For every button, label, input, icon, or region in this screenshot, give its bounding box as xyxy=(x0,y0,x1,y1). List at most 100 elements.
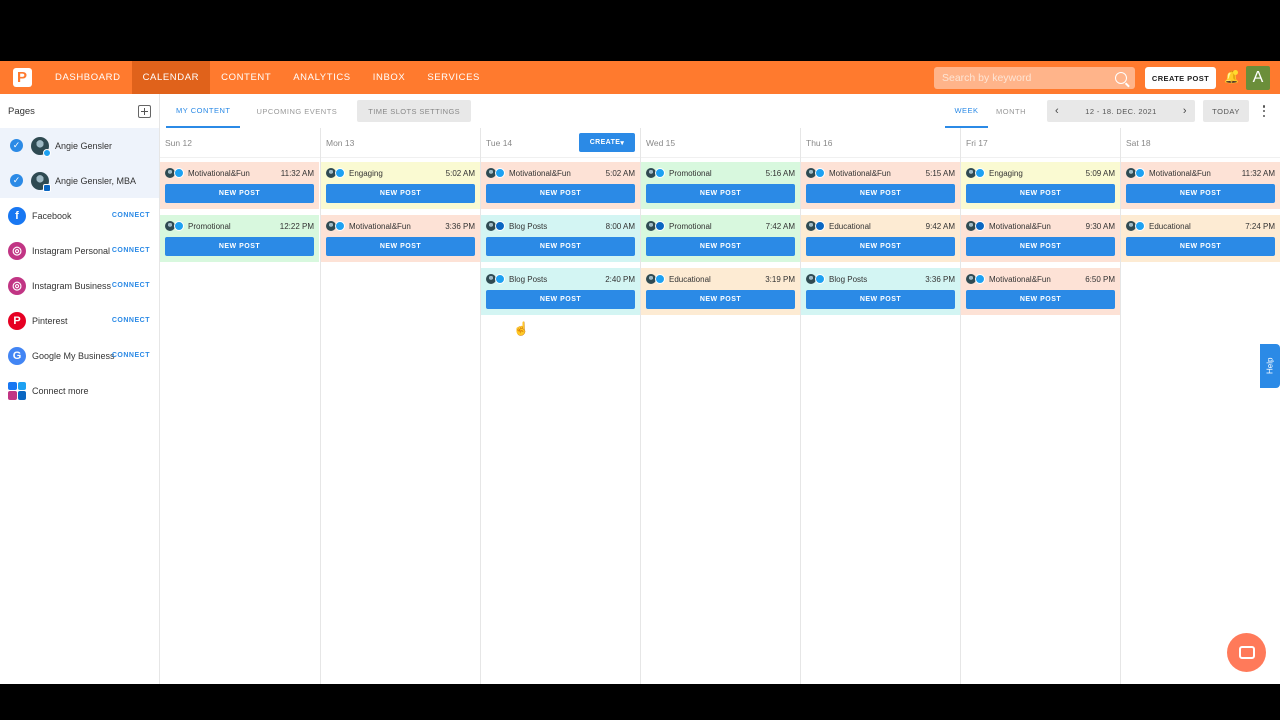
time-slot[interactable]: Motivational&Fun 6:50 PM NEW POST xyxy=(961,268,1120,315)
time-slot[interactable]: Educational 3:19 PM NEW POST xyxy=(641,268,800,315)
sidebar-title: Pages xyxy=(8,105,35,117)
slot-header: Motivational&Fun 11:32 AM xyxy=(1126,166,1275,180)
user-avatar[interactable]: A xyxy=(1246,66,1270,90)
time-slot[interactable]: Promotional 7:42 AM NEW POST xyxy=(641,215,800,262)
time-slot[interactable]: Motivational&Fun 9:30 AM NEW POST xyxy=(961,215,1120,262)
time-slot[interactable]: Educational 9:42 AM NEW POST xyxy=(801,215,960,262)
new-post-button[interactable]: NEW POST xyxy=(486,237,635,256)
create-dropdown-button[interactable]: CREATE ▾ xyxy=(579,133,635,152)
time-slots-settings-button[interactable]: TIME SLOTS SETTINGS xyxy=(357,100,472,122)
time-slot[interactable]: Motivational&Fun 11:32 AM NEW POST xyxy=(160,162,319,209)
slot-header: Educational 3:19 PM xyxy=(646,272,795,286)
sidebar-item-instagram-personal[interactable]: ◎ Instagram Personal CONNECT xyxy=(0,233,159,268)
time-slot[interactable]: Engaging 5:09 AM NEW POST xyxy=(961,162,1120,209)
day-label: Fri 17 xyxy=(966,137,988,148)
slot-category: Promotional xyxy=(669,221,712,231)
new-post-button[interactable]: NEW POST xyxy=(966,184,1115,203)
nav-item-inbox[interactable]: INBOX xyxy=(362,61,417,94)
time-slot[interactable]: Educational 7:24 PM NEW POST xyxy=(1121,215,1280,262)
sidebar-item-facebook[interactable]: f Facebook CONNECT xyxy=(0,198,159,233)
sidebar-item-google-my-business[interactable]: G Google My Business CONNECT xyxy=(0,338,159,373)
help-tab[interactable]: Help xyxy=(1260,344,1280,388)
time-slot[interactable]: Promotional 12:22 PM NEW POST xyxy=(160,215,319,262)
create-post-button[interactable]: CREATE POST xyxy=(1145,67,1216,89)
network-name: Instagram Personal xyxy=(32,245,111,256)
slot-header: Blog Posts 8:00 AM xyxy=(486,219,635,233)
nav-item-calendar[interactable]: CALENDAR xyxy=(131,61,211,94)
new-post-button[interactable]: NEW POST xyxy=(165,237,314,256)
slot-network-icons xyxy=(326,221,345,231)
nav-item-content[interactable]: CONTENT xyxy=(210,61,282,94)
connect-link[interactable]: CONNECT xyxy=(112,317,150,324)
time-slot[interactable]: Blog Posts 2:40 PM NEW POST xyxy=(481,268,640,315)
more-options-icon[interactable] xyxy=(1262,105,1266,117)
new-post-button[interactable]: NEW POST xyxy=(806,184,955,203)
week-view-tab[interactable]: WEEK xyxy=(945,94,988,128)
time-slot[interactable]: Motivational&Fun 5:02 AM NEW POST xyxy=(481,162,640,209)
search-input[interactable] xyxy=(942,72,1115,84)
slot-header: Motivational&Fun 5:15 AM xyxy=(806,166,955,180)
new-post-button[interactable]: NEW POST xyxy=(806,237,955,256)
time-slot[interactable]: Motivational&Fun 5:15 AM NEW POST xyxy=(801,162,960,209)
nav-item-services[interactable]: SERVICES xyxy=(416,61,491,94)
chevron-left-icon[interactable]: ‹ xyxy=(1055,105,1059,117)
tab-upcoming-events[interactable]: UPCOMING EVENTS xyxy=(246,94,347,128)
sidebar-item-pinterest[interactable]: P Pinterest CONNECT xyxy=(0,303,159,338)
slot-network-icons xyxy=(966,168,985,178)
network-name: Pinterest xyxy=(32,315,68,326)
slot-network-icons xyxy=(646,274,665,284)
connect-link[interactable]: CONNECT xyxy=(112,212,150,219)
connect-link[interactable]: CONNECT xyxy=(112,352,150,359)
notification-bell-icon[interactable]: 🔔 xyxy=(1224,70,1239,85)
google-my-business-icon: G xyxy=(8,346,26,365)
sidebar-account-angie-gensler[interactable]: ✓ Angie Gensler xyxy=(0,128,159,163)
time-slot[interactable]: Motivational&Fun 3:36 PM NEW POST xyxy=(321,215,480,262)
new-post-button[interactable]: NEW POST xyxy=(806,290,955,309)
new-post-button[interactable]: NEW POST xyxy=(326,237,475,256)
connect-link[interactable]: CONNECT xyxy=(112,247,150,254)
new-post-button[interactable]: NEW POST xyxy=(966,290,1115,309)
slot-time: 5:16 AM xyxy=(765,168,795,178)
month-view-tab[interactable]: MONTH xyxy=(996,94,1026,128)
nav-item-analytics[interactable]: ANALYTICS xyxy=(282,61,362,94)
time-slot[interactable]: Promotional 5:16 AM NEW POST xyxy=(641,162,800,209)
chevron-right-icon[interactable]: › xyxy=(1183,105,1187,117)
network-list: f Facebook CONNECT ◎ Instagram Personal CONNE… xyxy=(0,198,159,373)
connect-link[interactable]: CONNECT xyxy=(112,282,150,289)
sidebar-item-instagram-business[interactable]: ◎ Instagram Business CONNECT xyxy=(0,268,159,303)
connect-more-item[interactable]: Connect more xyxy=(0,373,159,408)
new-post-button[interactable]: NEW POST xyxy=(646,184,795,203)
time-slot[interactable]: Engaging 5:02 AM NEW POST xyxy=(321,162,480,209)
new-post-button[interactable]: NEW POST xyxy=(1126,237,1275,256)
app-logo[interactable]: P xyxy=(0,61,44,94)
slot-category: Engaging xyxy=(989,168,1023,178)
slot-time: 3:36 PM xyxy=(925,274,955,284)
today-button[interactable]: TODAY xyxy=(1203,100,1249,122)
twitter-icon xyxy=(1135,221,1145,231)
search-box[interactable] xyxy=(934,67,1135,89)
new-post-button[interactable]: NEW POST xyxy=(1126,184,1275,203)
logo-icon: P xyxy=(12,68,32,87)
check-icon[interactable]: ✓ xyxy=(10,139,23,152)
app-window: P DASHBOARD CALENDAR CONTENT ANALYTICS INBOX… xyxy=(0,61,1280,684)
new-post-button[interactable]: NEW POST xyxy=(486,290,635,309)
time-slot[interactable]: Blog Posts 3:36 PM NEW POST xyxy=(801,268,960,315)
add-page-icon[interactable] xyxy=(138,104,151,118)
new-post-button[interactable]: NEW POST xyxy=(486,184,635,203)
slot-time: 7:42 AM xyxy=(765,221,795,231)
tab-my-content[interactable]: MY CONTENT xyxy=(166,94,241,128)
nav-item-dashboard[interactable]: DASHBOARD xyxy=(44,61,132,94)
linkedin-icon xyxy=(655,221,665,231)
instagram-business-icon: ◎ xyxy=(8,276,26,295)
new-post-button[interactable]: NEW POST xyxy=(966,237,1115,256)
new-post-button[interactable]: NEW POST xyxy=(646,290,795,309)
new-post-button[interactable]: NEW POST xyxy=(326,184,475,203)
sidebar-account-angie-gensler-mba[interactable]: ✓ Angie Gensler, MBA xyxy=(0,163,159,198)
time-slot[interactable]: Blog Posts 8:00 AM NEW POST xyxy=(481,215,640,262)
new-post-button[interactable]: NEW POST xyxy=(165,184,314,203)
check-icon[interactable]: ✓ xyxy=(10,174,23,187)
new-post-button[interactable]: NEW POST xyxy=(646,237,795,256)
chat-button[interactable] xyxy=(1227,633,1266,672)
search-icon[interactable] xyxy=(1115,72,1127,84)
time-slot[interactable]: Motivational&Fun 11:32 AM NEW POST xyxy=(1121,162,1280,209)
